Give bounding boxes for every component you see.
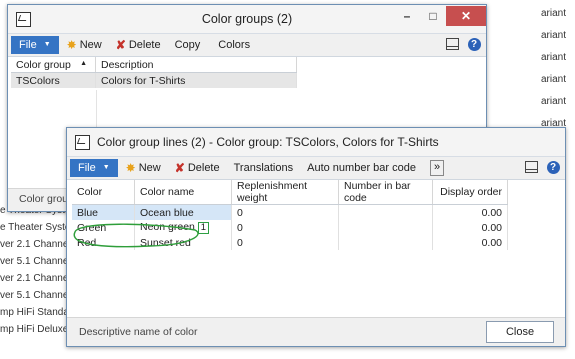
new-icon: ✸ (66, 38, 77, 52)
delete-icon: ✘ (115, 38, 126, 52)
window-title: Color group lines (2) - Color group: TSC… (97, 135, 439, 149)
layout-icon (445, 38, 459, 50)
chevron-down-icon: ▼ (102, 164, 110, 171)
empty-grid-area (72, 248, 508, 320)
barcode-cell[interactable] (338, 204, 433, 220)
color-cell[interactable]: Green (72, 220, 135, 235)
color-group-cell[interactable]: TSColors (11, 72, 96, 88)
delete-button[interactable]: ✘ Delete (116, 38, 161, 52)
column-header-label: Color group (16, 58, 71, 71)
background-row: e Theater Syster (0, 222, 74, 233)
layout-button[interactable] (523, 159, 539, 175)
status-text: Descriptive name of color (79, 326, 198, 338)
background-row: ariant (541, 74, 567, 85)
display-order-cell[interactable]: 0.00 (432, 204, 508, 220)
app-icon (75, 135, 90, 150)
chevron-down-icon: ▼ (43, 41, 51, 48)
status-bar: Descriptive name of color Close (67, 317, 565, 346)
file-label: File (78, 162, 96, 174)
copy-button[interactable]: Copy (175, 39, 201, 51)
delete-button[interactable]: ✘ Delete (175, 161, 220, 175)
background-row: ariant (541, 8, 567, 19)
status-text: Color grou (19, 193, 69, 205)
layout-button[interactable] (444, 36, 460, 52)
color-name-text: Neon green (140, 221, 195, 233)
column-header-number-in-bar-code[interactable]: Number in bar code (338, 180, 433, 205)
maximize-button[interactable]: □ (420, 6, 446, 26)
color-group-lines-window: Color group lines (2) - Color group: TSC… (66, 127, 566, 347)
translations-button[interactable]: Translations (234, 162, 294, 174)
column-header-color-group[interactable]: Color group ▲ (11, 57, 96, 73)
weight-cell[interactable]: 0 (231, 220, 339, 235)
background-row: mp HiFi Deluxe (0, 324, 69, 335)
color-name-cell[interactable]: Neon green 1 (134, 220, 232, 235)
background-row: ver 5.1 Channel (0, 256, 71, 267)
table-row[interactable]: Green Neon green 1 0 0.00 (72, 220, 508, 235)
column-header-color-name[interactable]: Color name (134, 180, 232, 205)
delete-label: Delete (187, 162, 220, 174)
sort-up-icon: ▲ (80, 60, 87, 67)
title-bar: Color groups (2) – □ ✕ (8, 5, 486, 33)
background-row: ver 2.1 Channel (0, 273, 71, 284)
close-window-button[interactable]: ✕ (446, 6, 486, 26)
table-row[interactable]: Blue Ocean blue 0 0.00 (72, 204, 508, 220)
color-cell[interactable]: Blue (72, 204, 135, 220)
close-button[interactable]: Close (486, 321, 554, 343)
title-bar: Color group lines (2) - Color group: TSC… (67, 128, 565, 156)
file-label: File (19, 39, 37, 51)
new-label: New (138, 162, 161, 174)
background-row: ariant (541, 96, 567, 107)
delete-icon: ✘ (174, 161, 185, 175)
weight-cell[interactable]: 0 (231, 204, 339, 220)
auto-number-bar-code-button[interactable]: Auto number bar code (307, 162, 416, 174)
new-button[interactable]: ✸ New (126, 161, 161, 175)
help-button[interactable]: ? (466, 36, 482, 52)
background-row: ariant (541, 30, 567, 41)
background-row: ver 5.1 Channel (0, 290, 71, 301)
description-cell[interactable]: Colors for T-Shirts (95, 72, 297, 88)
toolbar: File ▼ ✸ New ✘ Delete Translations Auto num… (67, 156, 565, 180)
new-label: New (79, 39, 102, 51)
toolbar: File ▼ ✸ New ✘ Delete Copy Colors ? (8, 33, 486, 57)
new-icon: ✸ (125, 161, 136, 175)
background-row: ariant (541, 52, 567, 63)
column-header-description[interactable]: Description (95, 57, 297, 73)
help-icon: ? (467, 37, 481, 51)
help-button[interactable]: ? (545, 159, 561, 175)
file-menu-button[interactable]: File ▼ (11, 36, 59, 54)
table-row[interactable]: TSColors Colors for T-Shirts (11, 72, 297, 88)
minimize-button[interactable]: – (394, 6, 420, 26)
more-commands-button[interactable]: » (429, 160, 445, 176)
column-header-color[interactable]: Color (72, 180, 135, 205)
background-row: mp HiFi Standar (0, 307, 73, 318)
color-groups-grid: Color group ▲ Description TSColors Colors… (11, 57, 297, 88)
color-name-cell[interactable]: Ocean blue (134, 204, 232, 220)
colors-button[interactable]: Colors (218, 39, 250, 51)
barcode-cell[interactable] (338, 220, 433, 235)
delete-label: Delete (128, 39, 161, 51)
layout-icon (524, 161, 538, 173)
new-button[interactable]: ✸ New (67, 38, 102, 52)
color-lines-grid: Color Color name Replenishment weight Nu… (72, 180, 508, 250)
annotation-marker: 1 (197, 222, 210, 234)
column-header-replenishment-weight[interactable]: Replenishment weight (231, 180, 339, 205)
help-icon: ? (546, 160, 560, 174)
display-order-cell[interactable]: 0.00 (432, 220, 508, 235)
file-menu-button[interactable]: File ▼ (70, 159, 118, 177)
column-header-display-order[interactable]: Display order (432, 180, 508, 205)
background-row: ver 2.1 Channel (0, 239, 71, 250)
